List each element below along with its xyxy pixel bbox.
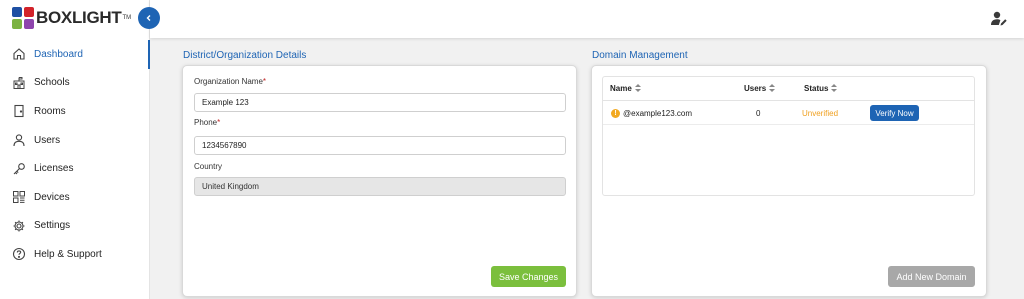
column-users-header[interactable]: Users [744, 84, 776, 93]
user-icon [12, 133, 26, 147]
sidebar-item-settings[interactable]: Settings [0, 212, 150, 241]
phone-input[interactable]: 1234567890 [194, 136, 566, 155]
domain-users-cell: 0 [756, 108, 761, 118]
org-details-title: District/Organization Details [183, 50, 307, 61]
table-row: ! @example123.com 0 Unverified Verify No… [603, 101, 974, 125]
warning-icon: ! [611, 108, 620, 118]
sidebar-item-label: Licenses [34, 163, 74, 175]
phone-label: Phone* [194, 118, 221, 127]
gear-icon [12, 219, 26, 233]
sort-icon [634, 84, 641, 93]
user-edit-icon[interactable] [990, 10, 1008, 28]
verify-now-button[interactable]: Verify Now [870, 105, 919, 121]
sidebar-item-help-support[interactable]: Help & Support [0, 240, 150, 269]
boxlight-logo[interactable]: BOXLIGHT TM [12, 7, 131, 29]
sort-icon [831, 84, 838, 93]
domain-status-cell: Unverified [802, 108, 839, 118]
chevron-left-icon [146, 15, 151, 21]
logo-trademark: TM [122, 15, 132, 21]
sidebar-item-label: Rooms [34, 105, 66, 117]
devices-icon [12, 190, 26, 204]
school-icon [12, 76, 26, 90]
top-bar [150, 0, 1024, 38]
country-select: United Kingdom [194, 177, 566, 196]
save-changes-button[interactable]: Save Changes [491, 266, 566, 287]
sidebar-item-schools[interactable]: Schools [0, 69, 150, 98]
domain-name-cell: ! @example123.com [611, 101, 692, 125]
home-icon [12, 47, 26, 61]
sidebar-item-label: Help & Support [34, 248, 102, 260]
domain-action-cell: Verify Now [870, 101, 919, 125]
sidebar-item-users[interactable]: Users [0, 126, 150, 155]
org-name-label: Organization Name* [194, 77, 267, 86]
logo-text: BOXLIGHT [36, 8, 122, 27]
sidebar-item-label: Users [34, 134, 61, 146]
country-label: Country [194, 162, 223, 171]
column-status-header[interactable]: Status [804, 84, 838, 93]
sort-icon [769, 84, 776, 93]
sidebar-item-label: Dashboard [34, 48, 83, 60]
sidebar-item-licenses[interactable]: Licenses [0, 154, 150, 183]
sidebar-item-devices[interactable]: Devices [0, 183, 150, 212]
sidebar-item-label: Schools [34, 77, 70, 89]
sidebar-nav: Dashboard Schools Rooms Users Licenses D… [0, 40, 150, 269]
sidebar-item-label: Settings [34, 220, 71, 232]
sidebar-item-rooms[interactable]: Rooms [0, 97, 150, 126]
sidebar-item-label: Devices [34, 191, 70, 203]
logo-mark [12, 7, 34, 29]
sidebar: BOXLIGHT TM Dashboard Schools Rooms User… [0, 0, 150, 299]
domain-management-title: Domain Management [592, 50, 688, 61]
domain-management-card: Name Users Status ! @example123.com 0 Un… [591, 65, 987, 297]
domain-table-header: Name Users Status [603, 77, 974, 101]
collapse-sidebar-button[interactable] [138, 7, 160, 29]
help-icon [12, 247, 26, 261]
add-new-domain-button[interactable]: Add New Domain [888, 266, 975, 287]
sidebar-footer [0, 268, 126, 299]
door-icon [12, 104, 26, 118]
sidebar-item-dashboard[interactable]: Dashboard [0, 40, 150, 69]
org-details-card: Organization Name* Example 123 Phone* 12… [182, 65, 577, 297]
key-icon [12, 162, 26, 176]
column-name-header[interactable]: Name [610, 84, 641, 93]
org-name-input[interactable]: Example 123 [194, 93, 566, 112]
domain-table: Name Users Status ! @example123.com 0 Un… [602, 76, 975, 196]
